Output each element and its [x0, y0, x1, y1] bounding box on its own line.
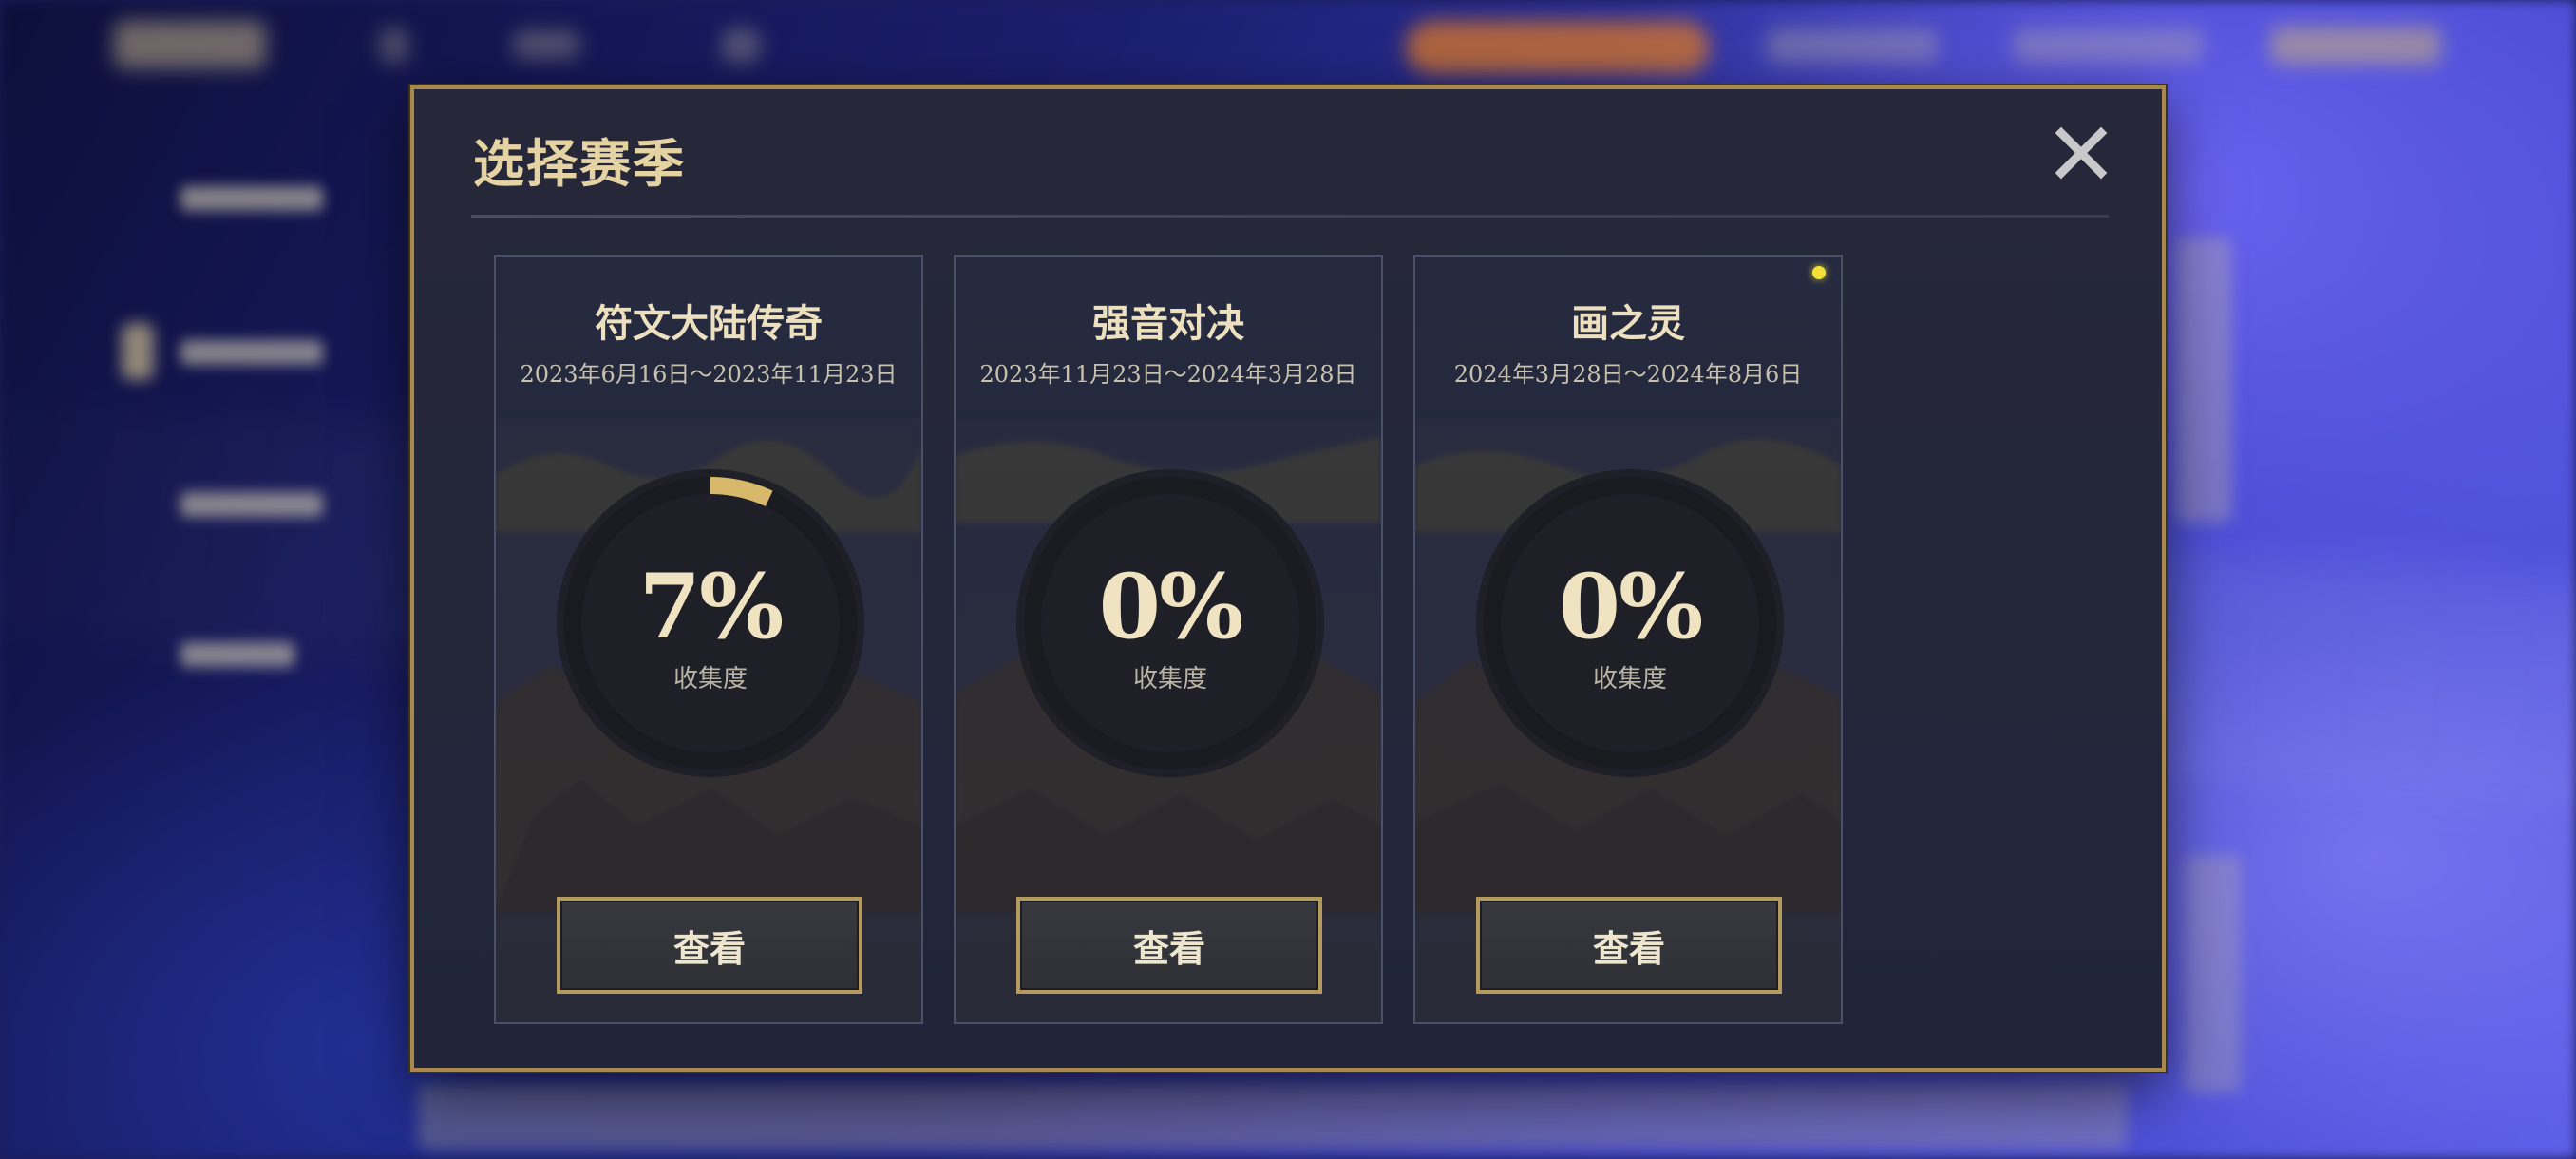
select-season-dialog: 选择赛季 符文大陆传奇 2023年6月16日～2023年11月23日 7% 收集…	[410, 86, 2166, 1072]
season-dates: 2024年3月28日～2024年8月6日	[1453, 361, 1803, 388]
collection-label: 收集度	[1592, 665, 1667, 694]
season-dates: 2023年6月16日～2023年11月23日	[520, 361, 898, 388]
collection-progress-ring: 7% 收集度	[551, 464, 870, 783]
view-button[interactable]: 查看	[1476, 897, 1782, 994]
close-button[interactable]	[2054, 125, 2109, 180]
collection-percent: 7%	[638, 555, 785, 659]
title-divider	[471, 215, 2109, 218]
new-indicator-dot	[1812, 266, 1826, 279]
collection-progress-ring: 0% 收集度	[1470, 464, 1790, 783]
close-icon	[2055, 126, 2108, 180]
season-name: 强音对决	[1092, 302, 1244, 346]
season-name: 画之灵	[1571, 302, 1685, 346]
collection-progress-ring: 0% 收集度	[1011, 464, 1330, 783]
season-card[interactable]: 强音对决 2023年11月23日～2024年3月28日 0% 收集度 查看	[954, 255, 1383, 1024]
background-top-bar	[0, 0, 2576, 91]
season-card[interactable]: 画之灵 2024年3月28日～2024年8月6日 0% 收集度 查看	[1413, 255, 1843, 1024]
collection-percent: 0%	[1558, 555, 1704, 659]
collection-percent: 0%	[1098, 555, 1244, 659]
view-button[interactable]: 查看	[1016, 897, 1322, 994]
view-button[interactable]: 查看	[557, 897, 862, 994]
dialog-title: 选择赛季	[473, 134, 686, 194]
season-card[interactable]: 符文大陆传奇 2023年6月16日～2023年11月23日 7% 收集度 查看	[494, 255, 923, 1024]
season-dates: 2023年11月23日～2024年3月28日	[979, 361, 1357, 388]
season-name: 符文大陆传奇	[595, 302, 823, 346]
collection-label: 收集度	[1132, 665, 1207, 694]
collection-label: 收集度	[672, 665, 748, 694]
